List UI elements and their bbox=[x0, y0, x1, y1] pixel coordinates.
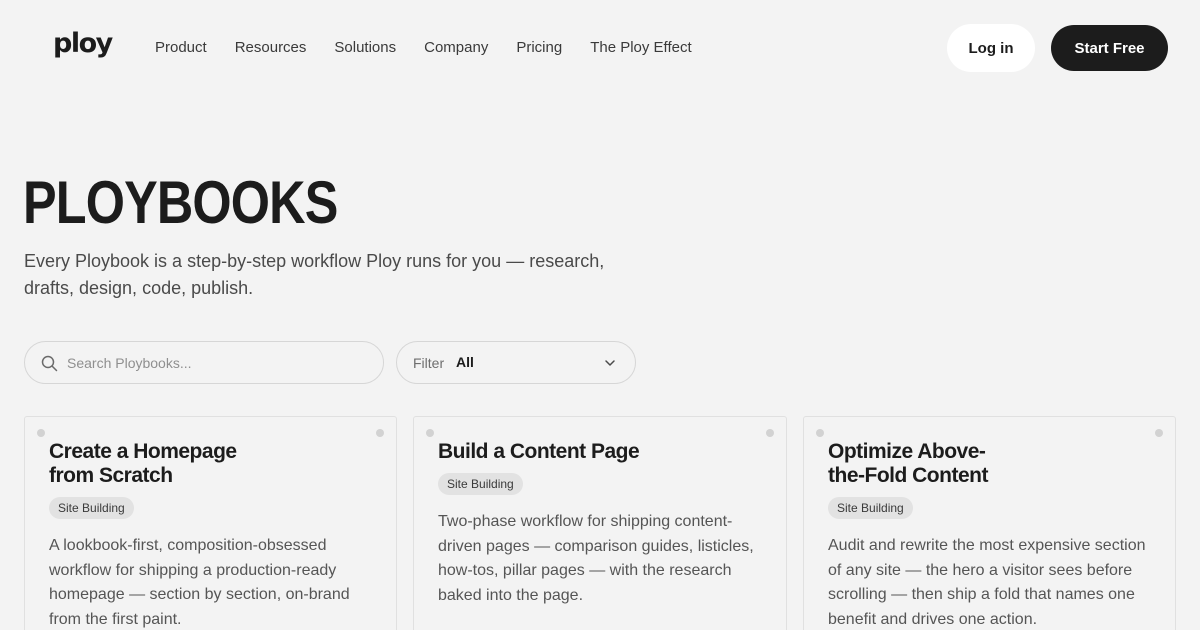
card-dot bbox=[766, 429, 774, 437]
filter-label: Filter bbox=[413, 355, 445, 371]
nav-ploy-effect[interactable]: The Ploy Effect bbox=[590, 39, 691, 57]
card-title: Build a Content Page bbox=[438, 440, 640, 464]
ploybooks-page: ploy Product Resources Solutions Company… bbox=[0, 0, 1200, 630]
card-dot bbox=[376, 429, 384, 437]
card-tag: Site Building bbox=[438, 473, 523, 495]
search-box[interactable] bbox=[24, 341, 384, 384]
login-button[interactable]: Log in bbox=[947, 24, 1035, 72]
card-description: A lookbook-first, composition-obsessed w… bbox=[49, 537, 350, 629]
card-title-line: Build a Content Page bbox=[438, 440, 640, 463]
nav-resources[interactable]: Resources bbox=[235, 39, 307, 57]
site-header: ploy Product Resources Solutions Company… bbox=[0, 0, 1200, 96]
card-dot bbox=[426, 429, 434, 437]
ploybook-card-above-the-fold[interactable]: Optimize Above- the-Fold Content Site Bu… bbox=[803, 416, 1176, 630]
card-dot bbox=[37, 429, 45, 437]
card-dot bbox=[816, 429, 824, 437]
card-description: Two-phase workflow for shipping content-… bbox=[438, 513, 754, 605]
chevron-down-icon bbox=[605, 360, 615, 366]
search-icon bbox=[41, 355, 58, 372]
filter-dropdown[interactable]: Filter All bbox=[396, 341, 636, 384]
card-title: Create a Homepage from Scratch bbox=[49, 440, 237, 488]
card-tag: Site Building bbox=[828, 497, 913, 519]
nav-solutions[interactable]: Solutions bbox=[334, 39, 396, 57]
card-title-line: the-Fold Content bbox=[828, 464, 988, 487]
ploybook-card-homepage[interactable]: Create a Homepage from Scratch Site Buil… bbox=[24, 416, 397, 630]
search-input[interactable] bbox=[67, 352, 367, 374]
card-description: Audit and rewrite the most expensive sec… bbox=[828, 537, 1146, 629]
page-subtitle: Every Ploybook is a step-by-step workflo… bbox=[24, 251, 605, 298]
filter-value: All bbox=[456, 354, 474, 370]
start-free-button[interactable]: Start Free bbox=[1051, 25, 1168, 71]
page-title: PLOYBOOKS bbox=[23, 169, 338, 236]
card-title-line: Create a Homepage bbox=[49, 440, 237, 463]
nav-pricing[interactable]: Pricing bbox=[516, 39, 562, 57]
nav-product[interactable]: Product bbox=[155, 39, 207, 57]
card-title-line: Optimize Above- bbox=[828, 440, 986, 463]
nav-company[interactable]: Company bbox=[424, 39, 488, 57]
card-dot bbox=[1155, 429, 1163, 437]
card-tag: Site Building bbox=[49, 497, 134, 519]
main-nav: Product Resources Solutions Company Pric… bbox=[155, 39, 692, 57]
card-title: Optimize Above- the-Fold Content bbox=[828, 440, 988, 488]
ploy-logo[interactable]: ploy bbox=[53, 30, 113, 57]
ploybook-card-content-page[interactable]: Build a Content Page Site Building Two-p… bbox=[413, 416, 787, 630]
card-title-line: from Scratch bbox=[49, 464, 173, 487]
